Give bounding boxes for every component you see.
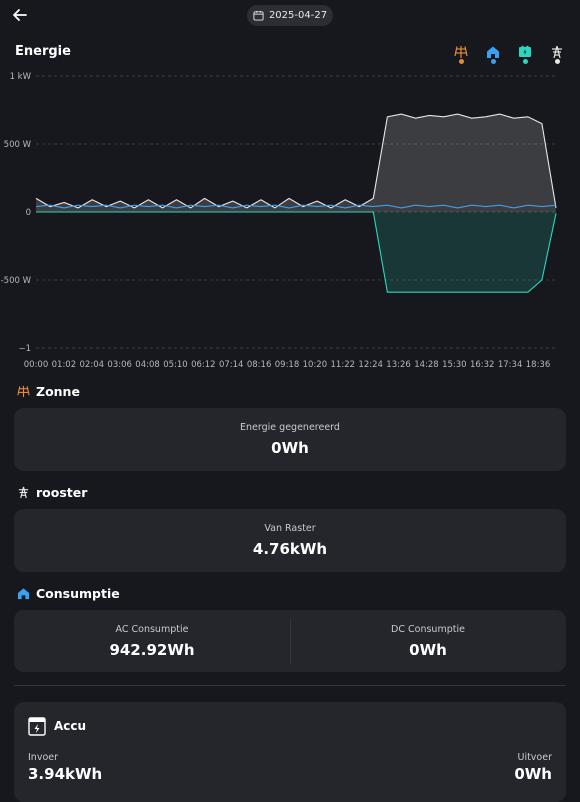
ac-consumptie: AC Consumptie 942.92Wh: [14, 610, 290, 672]
series-area: [36, 114, 556, 212]
energie-gegenereerd-value: 0Wh: [271, 439, 309, 457]
zonne-title: Zonne: [36, 384, 80, 399]
home-icon: [487, 46, 499, 58]
energy-chart[interactable]: 1 kW 500 W 0 -500 W −1 00:00 01:02 02:04 03:06 04…: [0, 62, 580, 382]
dc-consumptie-label: DC Consumptie: [391, 623, 465, 635]
x-tick-label: 14:28: [414, 360, 439, 370]
divider: [14, 685, 566, 686]
x-tick-label: 11:22: [331, 360, 356, 370]
rooster-title: rooster: [36, 485, 88, 500]
consumptie-header: Consumptie: [17, 586, 120, 601]
date-picker[interactable]: 2025-04-27: [247, 5, 333, 26]
back-button[interactable]: [10, 5, 34, 27]
van-raster-value: 4.76kWh: [252, 540, 328, 558]
power-tower-icon: [552, 45, 562, 59]
x-tick-label: 00:00: [24, 360, 49, 370]
x-tick-label: 06:12: [191, 360, 216, 370]
uitvoer-value: 0Wh: [514, 765, 552, 783]
x-tick-label: 02:04: [80, 360, 105, 370]
solar-panel-icon: [17, 385, 30, 398]
x-tick-label: 05:10: [163, 360, 188, 370]
dc-consumptie: DC Consumptie 0Wh: [290, 610, 566, 672]
x-tick-label: 03:06: [107, 360, 132, 370]
y-tick-label: -500 W: [1, 276, 32, 286]
x-tick-label: 01:02: [52, 360, 77, 370]
y-tick-label: 500 W: [4, 140, 32, 150]
y-tick-label: 1 kW: [10, 72, 32, 82]
consumptie-title: Consumptie: [36, 586, 120, 601]
battery-icon: [519, 45, 531, 57]
x-tick-label: 13:26: [386, 360, 411, 370]
consumptie-card: AC Consumptie 942.92Wh DC Consumptie 0Wh: [14, 610, 566, 672]
x-tick-label: 10:20: [303, 360, 328, 370]
zonne-header: Zonne: [17, 384, 80, 399]
rooster-header: rooster: [17, 485, 87, 500]
solar-panel-icon: [454, 46, 468, 58]
invoer-value: 3.94kWh: [28, 765, 103, 783]
zonne-card: Energie gegenereerd 0Wh: [14, 408, 566, 471]
ac-consumptie-label: AC Consumptie: [115, 623, 189, 635]
x-tick-label: 15:30: [442, 360, 467, 370]
top-bar: 2025-04-27: [0, 0, 580, 34]
x-tick-label: 08:16: [247, 360, 272, 370]
invoer-label: Invoer: [28, 752, 59, 763]
van-raster-label: Van Raster: [264, 523, 316, 534]
y-tick-label: −1: [18, 344, 31, 354]
x-tick-label: 12:24: [358, 360, 383, 370]
arrow-left-icon: [13, 9, 27, 21]
dc-consumptie-value: 0Wh: [409, 640, 447, 659]
home-icon: [17, 588, 30, 600]
x-tick-label: 17:34: [498, 360, 523, 370]
date-label: 2025-04-27: [268, 10, 328, 21]
y-tick-label: 0: [26, 208, 31, 218]
calendar-icon: [253, 10, 264, 21]
uitvoer-label: Uitvoer: [517, 752, 552, 763]
accu-header: Accu: [28, 716, 86, 736]
x-tick-label: 04:08: [135, 360, 160, 370]
battery-icon: [28, 717, 46, 736]
accu-title: Accu: [54, 719, 87, 733]
ac-consumptie-value: 942.92Wh: [109, 640, 195, 659]
power-tower-icon: [18, 486, 29, 499]
x-tick-label: 07:14: [219, 360, 244, 370]
x-tick-label: 16:32: [470, 360, 495, 370]
rooster-card: Van Raster 4.76kWh: [14, 509, 566, 572]
x-tick-label: 18:36: [526, 360, 551, 370]
x-tick-label: 09:18: [275, 360, 300, 370]
energie-gegenereerd-label: Energie gegenereerd: [240, 422, 340, 433]
accu-card: Accu Invoer 3.94kWh Uitvoer 0Wh: [14, 702, 566, 802]
